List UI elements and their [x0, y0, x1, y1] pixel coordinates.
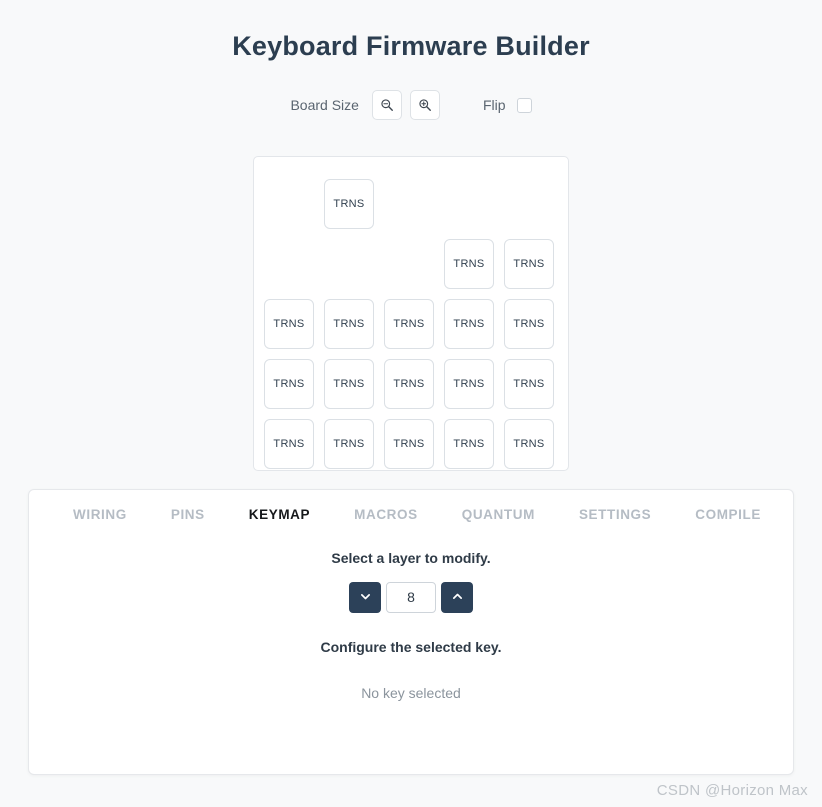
keyboard-key[interactable]: TRNS	[444, 299, 494, 349]
keymap-panel: Select a layer to modify. 8 Configure th…	[29, 550, 793, 701]
keyboard-layout-panel: TRNS TRNS TRNS TRNS TRNS TRNS TRNS TRNS TRNS TRNS…	[253, 156, 569, 471]
keyboard-key[interactable]: TRNS	[444, 419, 494, 469]
keyboard-key[interactable]: TRNS	[444, 359, 494, 409]
page-title: Keyboard Firmware Builder	[232, 31, 590, 61]
keyboard-key[interactable]: TRNS	[324, 299, 374, 349]
keyboard-key[interactable]: TRNS	[504, 239, 554, 289]
builder-card: WIRING PINS KEYMAP MACROS QUANTUM SETTINGS COM…	[28, 489, 794, 775]
select-layer-label: Select a layer to modify.	[331, 550, 491, 566]
configure-key-label: Configure the selected key.	[320, 639, 502, 655]
watermark: CSDN @Horizon Max	[656, 782, 808, 799]
keyboard-key[interactable]: TRNS	[384, 419, 434, 469]
board-size-label: Board Size	[290, 97, 359, 113]
tab-wiring[interactable]: WIRING	[73, 507, 127, 522]
keyboard-key[interactable]: TRNS	[264, 359, 314, 409]
app-root: Keyboard Firmware Builder Board Size Fli…	[0, 0, 822, 807]
tab-keymap[interactable]: KEYMAP	[249, 507, 310, 522]
zoom-in-button[interactable]	[409, 90, 440, 120]
flip-label: Flip	[482, 97, 506, 113]
tab-pins[interactable]: PINS	[171, 507, 205, 522]
keyboard-key[interactable]: TRNS	[324, 179, 374, 229]
layer-decrement-button[interactable]	[349, 582, 381, 613]
keyboard-key-grid: TRNS TRNS TRNS TRNS TRNS TRNS TRNS TRNS TRNS TRNS…	[254, 157, 568, 470]
zoom-out-button[interactable]	[371, 90, 402, 120]
keyboard-key[interactable]: TRNS	[504, 299, 554, 349]
flip-checkbox[interactable]	[516, 97, 532, 113]
keyboard-key[interactable]: TRNS	[504, 359, 554, 409]
no-key-selected-message: No key selected	[361, 685, 461, 701]
layer-increment-button[interactable]	[441, 582, 473, 613]
tab-compile[interactable]: COMPILE	[695, 507, 761, 522]
board-toolbar: Board Size Flip	[0, 89, 822, 121]
keyboard-key[interactable]: TRNS	[384, 299, 434, 349]
keyboard-key[interactable]: TRNS	[264, 419, 314, 469]
keyboard-key[interactable]: TRNS	[324, 419, 374, 469]
keyboard-key[interactable]: TRNS	[324, 359, 374, 409]
chevron-up-icon	[451, 590, 464, 606]
zoom-out-icon	[380, 98, 394, 112]
tab-bar: WIRING PINS KEYMAP MACROS QUANTUM SETTINGS COM…	[29, 490, 793, 522]
tab-quantum[interactable]: QUANTUM	[462, 507, 535, 522]
keyboard-key[interactable]: TRNS	[504, 419, 554, 469]
chevron-down-icon	[359, 590, 372, 606]
layer-stepper: 8	[29, 582, 793, 613]
keyboard-key[interactable]: TRNS	[444, 239, 494, 289]
layer-value-input[interactable]: 8	[386, 582, 436, 613]
keyboard-key[interactable]: TRNS	[264, 299, 314, 349]
tab-macros[interactable]: MACROS	[354, 507, 418, 522]
tab-settings[interactable]: SETTINGS	[579, 507, 651, 522]
zoom-in-icon	[418, 98, 432, 112]
keyboard-key[interactable]: TRNS	[384, 359, 434, 409]
